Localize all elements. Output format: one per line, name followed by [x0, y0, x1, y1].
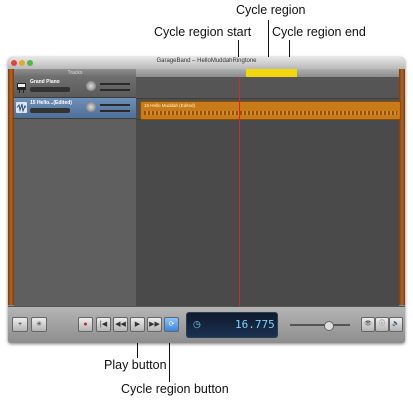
- volume-slider[interactable]: [100, 89, 130, 91]
- fast-forward-button[interactable]: ▶▶: [147, 317, 162, 332]
- lcd-time-value: 16.775: [235, 318, 275, 331]
- tracks-header: Tracks: [14, 69, 136, 77]
- callout-cycle-region-start: Cycle region start: [154, 25, 252, 39]
- track-mute-solo-buttons[interactable]: [30, 108, 70, 113]
- track-mute-solo-buttons[interactable]: [30, 87, 70, 92]
- pan-knob[interactable]: [86, 81, 96, 91]
- pan-knob[interactable]: [86, 102, 96, 112]
- callout-play-button: Play button: [104, 358, 167, 372]
- track-name: Grand Piano: [30, 79, 60, 85]
- volume-meter: [100, 83, 130, 85]
- loop-browser-icon: ✳: [36, 321, 42, 328]
- view-button-info[interactable]: ⓘ: [375, 317, 389, 332]
- timeline-lane: 15 Hello Muddah (Edited): [136, 99, 401, 120]
- region-name: 15 Hello Muddah (Edited): [144, 103, 196, 108]
- track-header-grand-piano[interactable]: Grand Piano: [14, 77, 136, 98]
- track-header-hello-edited[interactable]: 15 Hello...(Edited): [14, 98, 136, 119]
- rewind-button[interactable]: ◀◀: [113, 317, 128, 332]
- volume-slider[interactable]: [100, 110, 130, 112]
- loop-browser-button[interactable]: ✳: [31, 317, 47, 332]
- track-name: 15 Hello...(Edited): [30, 100, 72, 106]
- view-button-eye[interactable]: 👁: [361, 317, 375, 332]
- callout-cycle-region-button: Cycle region button: [121, 382, 229, 396]
- audio-region[interactable]: 15 Hello Muddah (Edited): [140, 101, 401, 120]
- callout-cycle-region-end: Cycle region end: [272, 25, 366, 39]
- garageband-window: GarageBand – HelloMuddahRingtone Tracks …: [8, 57, 405, 343]
- master-volume-slider[interactable]: [290, 321, 350, 331]
- waveform: [144, 111, 397, 115]
- timeline-area[interactable]: 15 Hello Muddah (Edited): [136, 78, 401, 307]
- playhead[interactable]: [239, 77, 240, 307]
- record-button[interactable]: ●: [78, 317, 93, 332]
- lcd-display[interactable]: ◷ 16.775: [186, 312, 278, 338]
- tracks-panel: Grand Piano 15 Hello...(Edited): [14, 77, 136, 307]
- timeline-ruler[interactable]: [136, 69, 399, 78]
- cycle-region[interactable]: [246, 69, 297, 77]
- cycle-region-button[interactable]: ⟳: [164, 317, 179, 332]
- view-button-media[interactable]: 🔈: [389, 317, 403, 332]
- timeline-lane: [136, 78, 399, 99]
- add-track-button[interactable]: +: [12, 317, 28, 332]
- volume-meter: [100, 104, 130, 106]
- control-bar: + ✳ ● |◀ ◀◀ ▶ ▶▶ ⟳ ◷ 16.775 👁 ⓘ 🔈: [8, 306, 405, 343]
- waveform-icon: [16, 101, 27, 114]
- play-button[interactable]: ▶: [130, 317, 145, 332]
- master-volume-thumb[interactable]: [324, 321, 334, 331]
- piano-icon: [16, 80, 27, 93]
- callout-cycle-region: Cycle region: [236, 3, 306, 17]
- lcd-mode-icon[interactable]: ◷: [193, 319, 201, 330]
- window-title: GarageBand – HelloMuddahRingtone: [156, 58, 257, 64]
- go-to-start-button[interactable]: |◀: [96, 317, 111, 332]
